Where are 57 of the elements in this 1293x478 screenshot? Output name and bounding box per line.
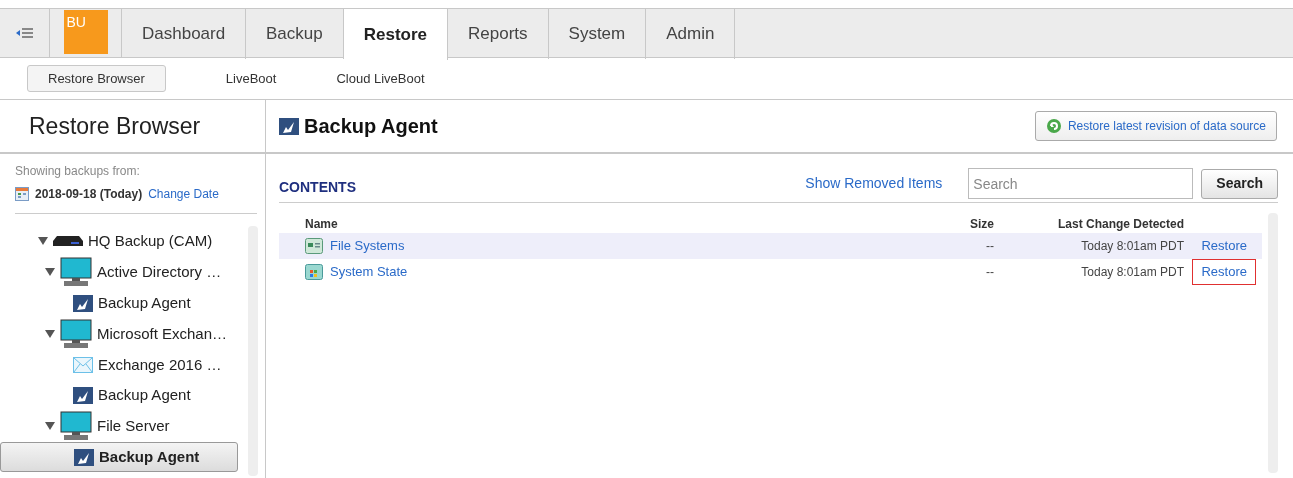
expanded-arrow-icon[interactable] — [45, 330, 55, 338]
system-state-icon — [305, 264, 323, 280]
column-header: Last Change Detected — [1056, 216, 1184, 233]
computer-icon — [60, 319, 92, 349]
agent-icon — [73, 294, 93, 312]
page-title: Backup Agent — [304, 114, 438, 139]
refresh-icon — [1045, 118, 1062, 134]
showing-label: Showing backups from: — [15, 163, 141, 180]
tree-item-selected[interactable]: Backup Agent — [0, 442, 238, 472]
change-date-link[interactable]: Change Date — [148, 185, 219, 203]
table-cell-text: -- — [985, 238, 994, 255]
restore-link[interactable]: Restore — [1192, 233, 1256, 259]
server-icon — [53, 236, 83, 246]
section-heading: CONTENTS — [279, 178, 356, 197]
item-link[interactable]: File Systems — [330, 236, 405, 256]
subnav-tab[interactable]: Restore Browser — [27, 65, 166, 92]
tree-item-label[interactable]: Backup Agent — [98, 383, 191, 407]
expanded-arrow-icon[interactable] — [38, 237, 48, 245]
column-header: Size — [969, 216, 994, 233]
item-link[interactable]: System State — [330, 262, 408, 282]
file-system-icon — [305, 238, 323, 254]
computer-icon — [60, 257, 92, 287]
agent-icon — [74, 448, 94, 466]
expanded-arrow-icon[interactable] — [45, 268, 55, 276]
envelope-icon — [73, 357, 93, 373]
logo-badge: BU — [63, 10, 108, 54]
tree-item-label[interactable]: Active Directory … — [97, 260, 222, 284]
collapse-menu-icon[interactable] — [15, 27, 34, 39]
show-removed-link[interactable]: Show Removed Items — [805, 173, 943, 194]
panel-title: Restore Browser — [29, 111, 201, 141]
search-field[interactable]: Search — [968, 168, 1194, 199]
nav-tab[interactable]: Restore — [343, 9, 448, 60]
search-button[interactable]: Search — [1201, 168, 1278, 199]
calendar-icon — [15, 187, 29, 201]
nav-tab[interactable]: Dashboard — [122, 9, 246, 59]
tree-item-label[interactable]: Exchange 2016 … — [98, 353, 222, 377]
date-label: 2018-09-18 (Today) — [35, 186, 143, 203]
column-header: Name — [304, 216, 339, 233]
subnav-tab[interactable]: Cloud LiveBoot — [336, 68, 425, 89]
restore-latest-button[interactable]: Restore latest revision of data source — [1034, 111, 1277, 141]
tree-item-label[interactable]: File Server — [97, 414, 170, 438]
nav-tab[interactable]: Backup — [246, 9, 344, 59]
table-cell-text: Today 8:01am PDT — [1080, 238, 1184, 255]
tree-item-label[interactable]: HQ Backup (CAM) — [88, 229, 213, 253]
nav-tab[interactable]: Reports — [448, 9, 549, 59]
subnav-tab[interactable]: LiveBoot — [225, 68, 277, 89]
table-cell-text: Today 8:01am PDT — [1080, 264, 1184, 281]
tree-item-label[interactable]: Microsoft Exchan… — [97, 322, 228, 346]
computer-icon — [60, 411, 92, 441]
tree-item-label[interactable]: Backup Agent — [98, 291, 191, 315]
table-cell-text: -- — [985, 264, 994, 281]
agent-icon — [279, 117, 299, 135]
restore-link[interactable]: Restore — [1192, 259, 1256, 285]
nav-tab[interactable]: System — [548, 9, 647, 59]
agent-icon — [73, 386, 93, 404]
expanded-arrow-icon[interactable] — [45, 422, 55, 430]
nav-tab[interactable]: Admin — [646, 9, 736, 59]
